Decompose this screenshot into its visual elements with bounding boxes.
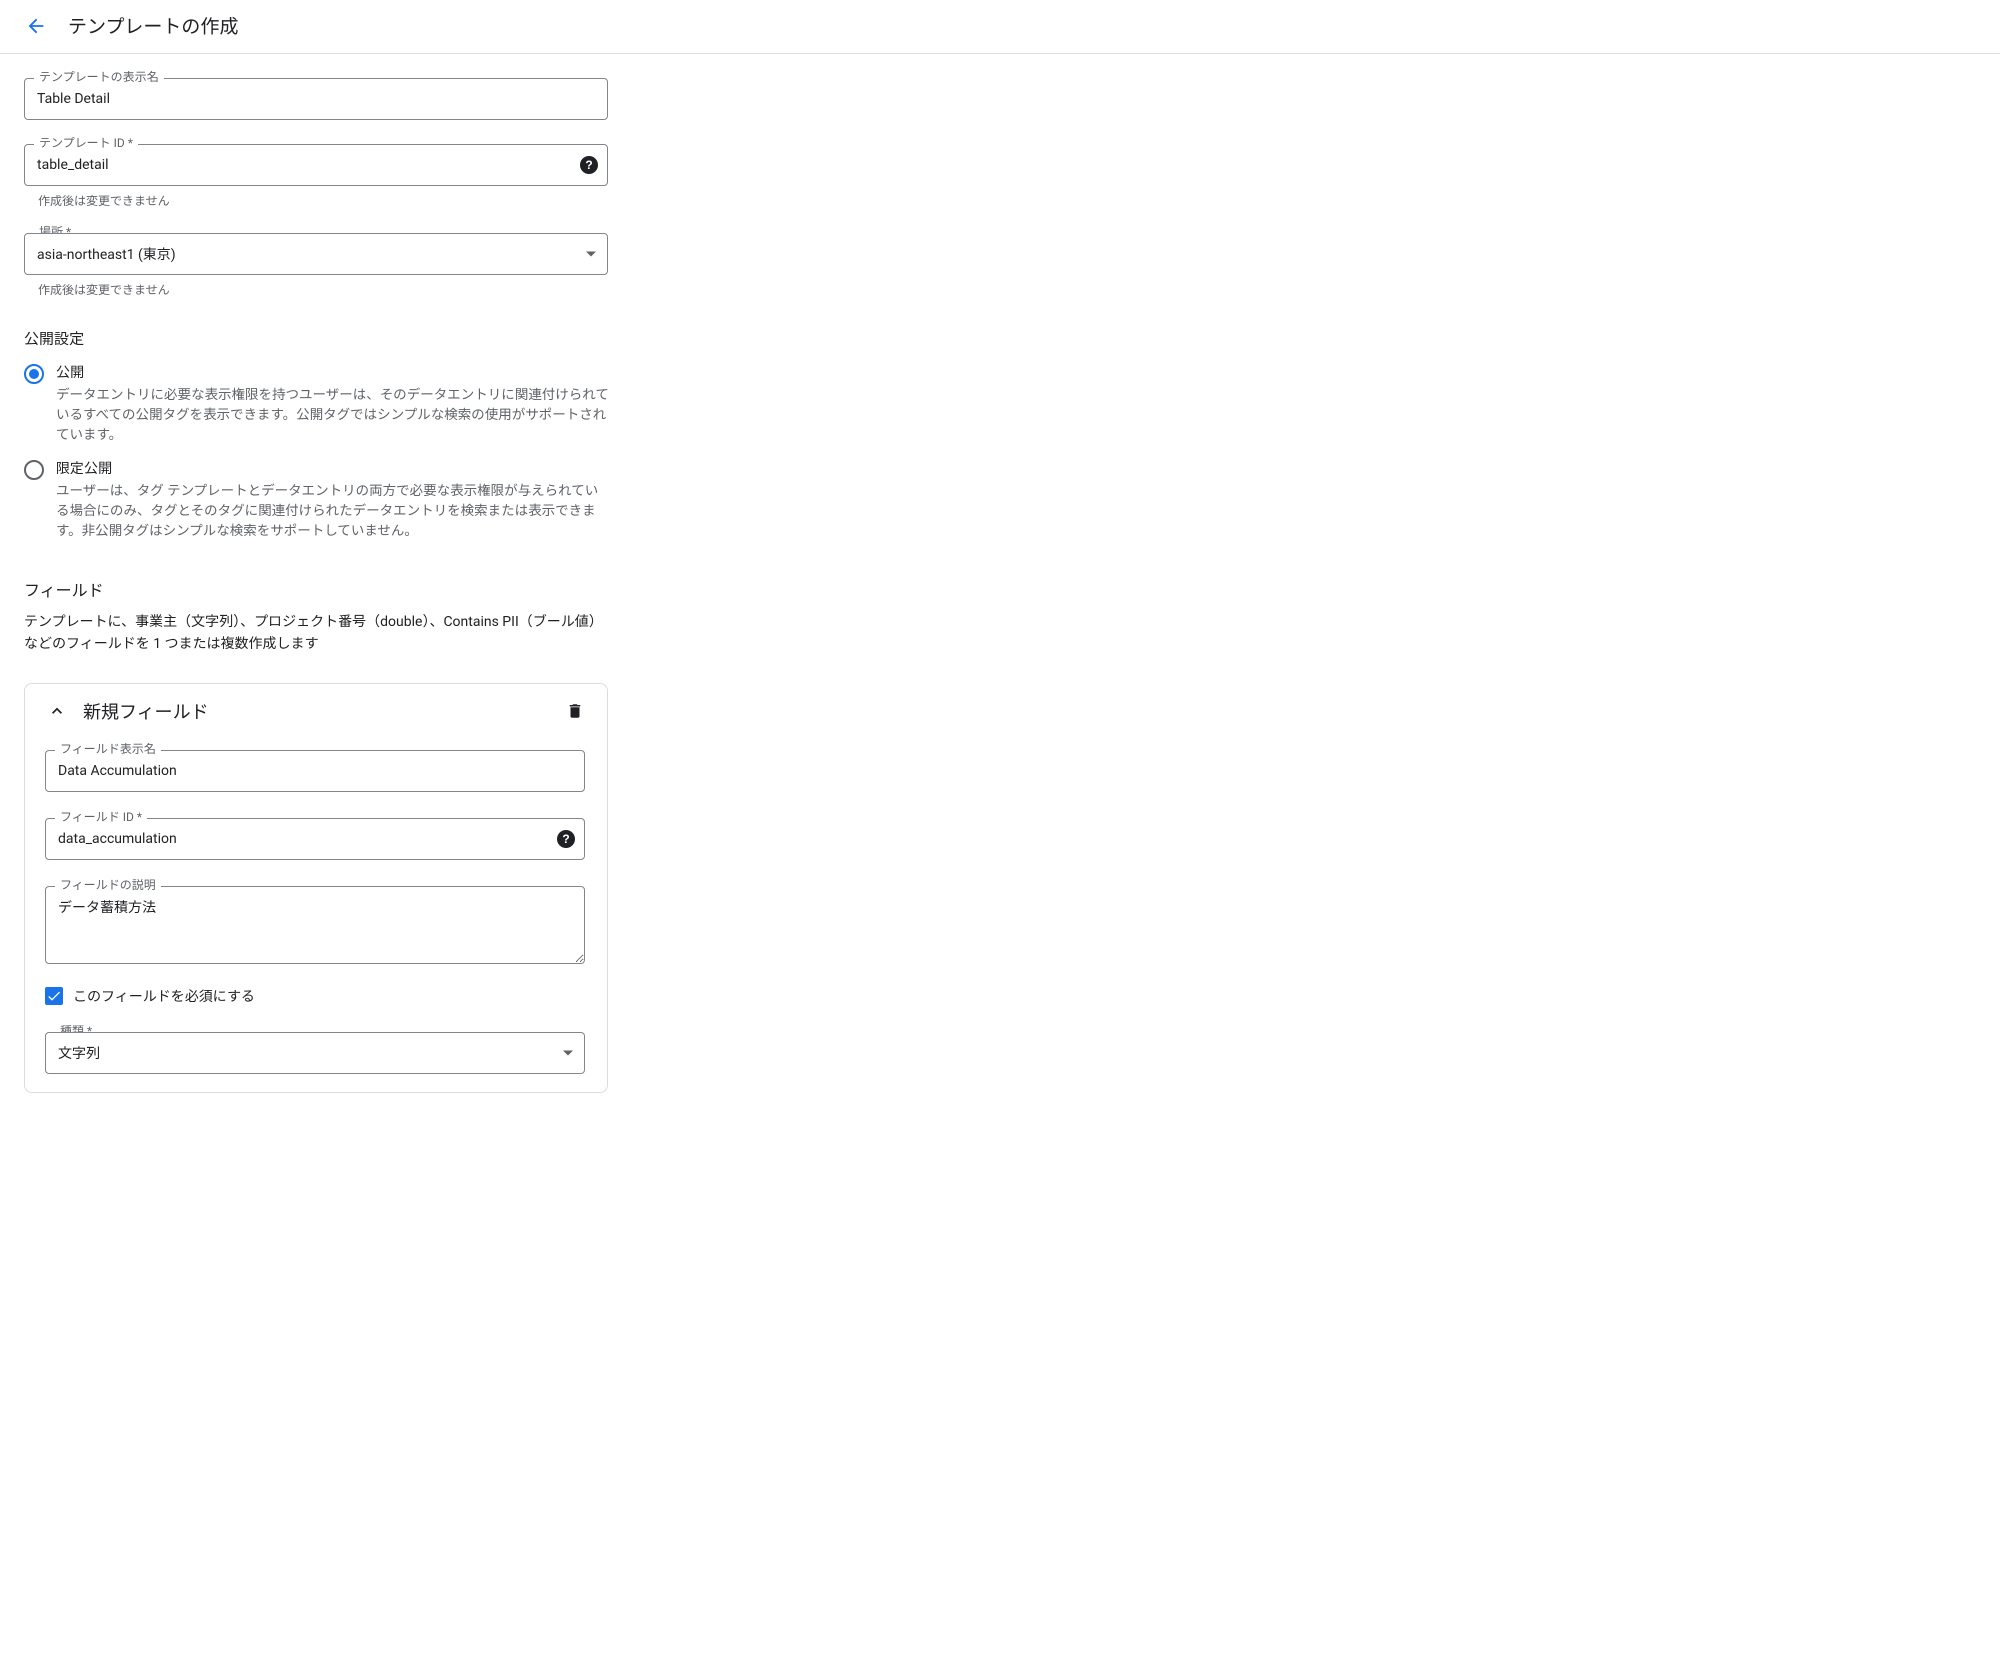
template-id-field-wrap: テンプレート ID * ? bbox=[24, 144, 610, 186]
visibility-private-title: 限定公開 bbox=[56, 459, 610, 479]
new-field-card: 新規フィールド フィールド表示名 フィールド ID * ? フィールドの説明 こ… bbox=[24, 683, 608, 1093]
display-name-input[interactable] bbox=[24, 78, 608, 120]
radio-public[interactable] bbox=[24, 364, 44, 384]
fields-intro: テンプレートに、事業主（文字列）、プロジェクト番号（double）、Contai… bbox=[24, 611, 604, 655]
help-icon[interactable]: ? bbox=[580, 156, 598, 174]
field-id-wrap: フィールド ID * ? bbox=[45, 818, 587, 860]
field-display-name-wrap: フィールド表示名 bbox=[45, 750, 587, 792]
visibility-heading: 公開設定 bbox=[24, 328, 610, 349]
field-description-label: フィールドの説明 bbox=[55, 878, 161, 892]
chevron-up-icon bbox=[47, 701, 67, 721]
required-checkbox-row: このフィールドを必須にする bbox=[45, 986, 587, 1006]
visibility-private-row: 限定公開 ユーザーは、タグ テンプレートとデータエントリの両方で必要な表示権限が… bbox=[24, 459, 610, 541]
page-header: テンプレートの作成 bbox=[0, 0, 2000, 54]
field-id-label: フィールド ID * bbox=[55, 810, 147, 824]
delete-button[interactable] bbox=[563, 699, 587, 723]
location-select[interactable]: asia-northeast1 (東京) bbox=[24, 233, 608, 275]
card-title-wrap: 新規フィールド bbox=[45, 698, 209, 724]
field-type-select[interactable]: 文字列 bbox=[45, 1032, 585, 1074]
required-checkbox-label: このフィールドを必須にする bbox=[73, 986, 255, 1006]
visibility-radio-group: 公開 データエントリに必要な表示権限を持つユーザーは、そのデータエントリに関連付… bbox=[24, 363, 610, 541]
location-field-wrap: 場所 * asia-northeast1 (東京) bbox=[24, 233, 610, 275]
visibility-public-text: 公開 データエントリに必要な表示権限を持つユーザーは、そのデータエントリに関連付… bbox=[56, 363, 610, 445]
field-description-wrap: フィールドの説明 bbox=[45, 886, 587, 964]
check-icon bbox=[46, 988, 62, 1004]
trash-icon bbox=[566, 701, 584, 721]
required-checkbox[interactable] bbox=[45, 987, 63, 1005]
display-name-label: テンプレートの表示名 bbox=[34, 70, 164, 84]
help-icon[interactable]: ? bbox=[557, 830, 575, 848]
template-id-label: テンプレート ID * bbox=[34, 136, 138, 150]
location-hint: 作成後は変更できません bbox=[38, 281, 610, 298]
field-description-input[interactable] bbox=[45, 886, 585, 964]
field-id-input[interactable] bbox=[45, 818, 585, 860]
field-display-name-label: フィールド表示名 bbox=[55, 742, 161, 756]
field-type-value: 文字列 bbox=[45, 1032, 585, 1074]
fields-heading: フィールド bbox=[24, 577, 610, 601]
visibility-private-text: 限定公開 ユーザーは、タグ テンプレートとデータエントリの両方で必要な表示権限が… bbox=[56, 459, 610, 541]
display-name-field-wrap: テンプレートの表示名 bbox=[24, 78, 610, 120]
field-display-name-input[interactable] bbox=[45, 750, 585, 792]
card-header: 新規フィールド bbox=[45, 698, 587, 724]
card-title: 新規フィールド bbox=[83, 698, 209, 724]
page-title: テンプレートの作成 bbox=[68, 12, 238, 39]
visibility-public-title: 公開 bbox=[56, 363, 610, 383]
radio-private[interactable] bbox=[24, 460, 44, 480]
back-button[interactable] bbox=[24, 14, 48, 38]
form-content: テンプレートの表示名 テンプレート ID * ? 作成後は変更できません 場所 … bbox=[0, 78, 610, 1093]
visibility-public-desc: データエントリに必要な表示権限を持つユーザーは、そのデータエントリに関連付けられ… bbox=[56, 385, 610, 445]
visibility-public-row: 公開 データエントリに必要な表示権限を持つユーザーは、そのデータエントリに関連付… bbox=[24, 363, 610, 445]
arrow-left-icon bbox=[25, 15, 47, 37]
template-id-input[interactable] bbox=[24, 144, 608, 186]
template-id-hint: 作成後は変更できません bbox=[38, 192, 610, 209]
visibility-private-desc: ユーザーは、タグ テンプレートとデータエントリの両方で必要な表示権限が与えられて… bbox=[56, 481, 610, 541]
field-type-wrap: 種類 * 文字列 bbox=[45, 1032, 587, 1074]
location-value: asia-northeast1 (東京) bbox=[24, 233, 608, 275]
collapse-button[interactable] bbox=[45, 699, 69, 723]
